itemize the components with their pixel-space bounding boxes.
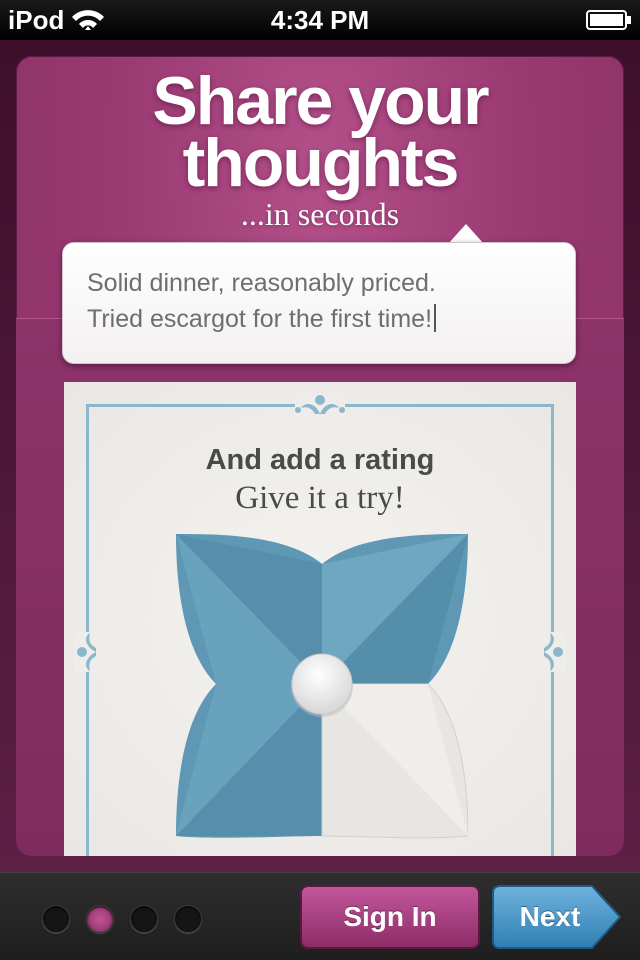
battery-icon <box>586 10 631 30</box>
card-subtitle: Give it a try! <box>235 480 405 516</box>
fleuron-icon <box>544 633 563 671</box>
review-text: Solid dinner, reasonably priced. Tried e… <box>87 265 555 337</box>
fleuron-icon <box>295 395 345 414</box>
review-line-2: Tried escargot for the first time! <box>87 301 555 337</box>
headline-line-2: thoughts <box>182 125 460 201</box>
text-cursor <box>434 304 437 332</box>
page-dot-4[interactable] <box>174 905 202 933</box>
rating-petal-2[interactable] <box>322 534 468 684</box>
review-line-1: Solid dinner, reasonably priced. <box>87 269 436 297</box>
headline-line-1: Share your <box>152 63 489 139</box>
bubble-tail <box>448 224 484 244</box>
next-button[interactable]: Next <box>492 885 622 949</box>
left-ornament <box>74 632 100 672</box>
next-button-label: Next <box>519 901 581 932</box>
sign-in-button[interactable]: Sign In <box>300 885 480 949</box>
card-title: And add a rating <box>205 444 435 476</box>
top-ornament <box>295 394 345 416</box>
rating-petal-1[interactable] <box>176 534 322 684</box>
rating-knob[interactable] <box>291 653 353 715</box>
fleuron-icon <box>77 633 96 671</box>
page-dot-3[interactable] <box>130 905 158 933</box>
review-text-field[interactable]: Solid dinner, reasonably priced. Tried e… <box>62 242 576 364</box>
right-ornament <box>540 632 566 672</box>
page-dot-2-active[interactable] <box>86 905 114 933</box>
headline-subtitle: ...in seconds <box>240 196 400 232</box>
review-line-2-text: Tried escargot for the first time! <box>87 305 433 333</box>
rating-flower[interactable] <box>176 534 468 840</box>
status-time: 4:34 PM <box>270 5 370 35</box>
headline: Share your thoughts <box>16 63 624 201</box>
rating-card: And add a rating Give it a try! <box>64 382 576 856</box>
bottom-bar: Sign In Next <box>0 872 640 960</box>
status-bar: iPod 4:34 PM <box>0 0 640 40</box>
page-dot-1[interactable] <box>42 905 70 933</box>
screen: iPod 4:34 PM Share your thoughts ...in s… <box>0 0 640 960</box>
